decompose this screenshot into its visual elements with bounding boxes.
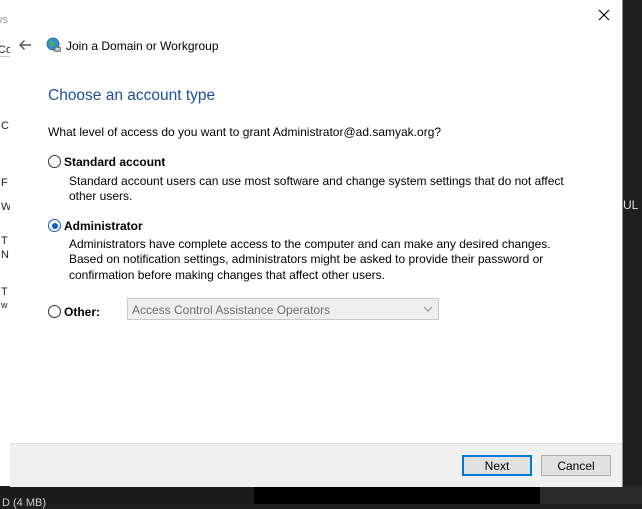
bg-fragment: C — [1, 120, 9, 132]
background-taskbar-left: D (4 MB) — [0, 486, 254, 509]
network-globe-icon — [46, 37, 61, 52]
bg-fragment: D (4 MB) — [2, 497, 46, 509]
join-domain-dialog: Join a Domain or Workgroup Choose an acc… — [10, 0, 623, 487]
administrator-label[interactable]: Administrator — [64, 219, 143, 233]
bg-fragment: w — [1, 300, 8, 310]
next-button[interactable]: Next — [462, 455, 532, 476]
administrator-radio[interactable] — [48, 219, 61, 232]
dialog-footer: Next Cancel — [10, 443, 622, 487]
cancel-button[interactable]: Cancel — [541, 455, 611, 476]
access-question: What level of access do you want to gran… — [48, 125, 442, 139]
standard-account-label[interactable]: Standard account — [64, 155, 165, 169]
standard-account-description: Standard account users can use most soft… — [69, 174, 564, 204]
other-label[interactable]: Other: — [64, 305, 100, 319]
bg-fragment: N — [1, 249, 9, 261]
close-button[interactable] — [592, 4, 616, 26]
bg-fragment: T — [1, 286, 8, 298]
background-taskbar-middle — [254, 486, 540, 504]
page-heading: Choose an account type — [48, 87, 216, 104]
standard-account-radio[interactable] — [48, 155, 61, 168]
other-group-select-value: Access Control Assistance Operators — [132, 303, 331, 317]
arrow-left-icon — [19, 40, 31, 50]
bg-fragment: F — [1, 177, 8, 189]
chevron-down-icon — [423, 306, 433, 312]
other-radio[interactable] — [48, 305, 61, 318]
administrator-description: Administrators have complete access to t… — [69, 237, 551, 282]
bg-fragment: ys — [0, 14, 8, 26]
bg-fragment: T — [1, 235, 8, 247]
dialog-title: Join a Domain or Workgroup — [66, 39, 219, 53]
background-taskbar-right — [540, 486, 642, 504]
back-button[interactable] — [16, 36, 34, 54]
bg-divider — [0, 56, 10, 57]
close-icon — [598, 9, 610, 21]
other-group-select[interactable]: Access Control Assistance Operators — [127, 298, 439, 320]
bg-fragment: UL — [623, 198, 639, 212]
background-window-right: UL — [623, 0, 642, 486]
